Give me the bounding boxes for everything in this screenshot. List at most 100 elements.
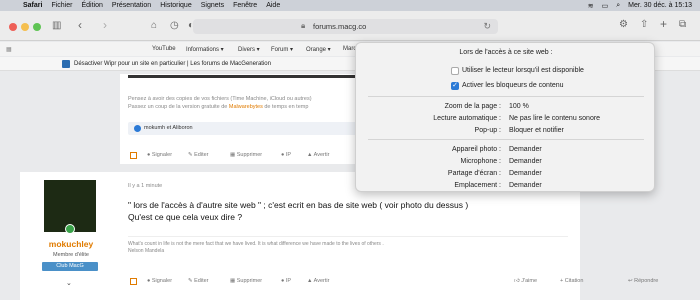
post1-delete-label: Supprimer [236,152,263,158]
post2-edit-button[interactable]: ✎ Editer [188,278,209,284]
tabs-overview-icon[interactable]: ⧉ [679,20,686,30]
reply-button[interactable]: ↩ Répondre [628,278,658,284]
post2-report-button[interactable]: ● Signaler [147,278,172,284]
location-value[interactable]: Demander [509,182,542,189]
post2-text-line1: " lors de l'accès à d'autre site web " ;… [128,200,469,210]
signature-line2: Nelson Mandela [128,248,165,254]
quote-button[interactable]: + Citation [560,278,583,284]
microphone-label: Microphone : [460,158,501,165]
fav-youtube[interactable]: YouTube [152,46,176,52]
like-icon [134,125,141,132]
back-icon[interactable]: ‹ [78,19,82,31]
chevron-down-icon[interactable]: ⌄ [66,279,72,287]
post1-line2: Passez un coup de la version gratuite de… [128,104,308,110]
popup-value[interactable]: Bloquer et notifier [509,127,564,134]
favorites-grid-icon[interactable]: ▦ [6,46,12,53]
home-icon[interactable]: ⌂ [151,21,157,31]
clock[interactable]: Mer. 30 déc. à 15:13 [628,2,692,9]
browser-toolbar: ▥ ‹ › ⌂ ◷ ◐ 🔒︎ forums.macg.co ↻ ⚙ ⇧ + ⧉ [0,11,700,41]
address-bar[interactable]: 🔒︎ forums.macg.co ↻ [193,19,498,34]
post2-warn-label: Avertir [313,278,330,284]
battery-icon[interactable]: ▭ [602,2,609,10]
fav-orange[interactable]: Orange ▾ [306,46,331,53]
signature-line1: What's count in life is not the mere fac… [128,241,384,247]
menu-fenetre[interactable]: Fenêtre [233,2,257,9]
club-badge: Club MacG [42,262,98,271]
fav-divers[interactable]: Divers ▾ [238,46,260,53]
menu-aide[interactable]: Aide [266,2,280,9]
post1-warn-button[interactable]: ▲ Avertir [307,152,329,158]
post1-edit-button[interactable]: ✎ Editer [188,152,209,158]
post-image-edge [128,75,356,78]
post2-select-checkbox[interactable] [130,278,137,285]
avatar[interactable] [44,180,96,234]
post2-author[interactable]: mokuchley [46,239,96,249]
post1-line1: Pensez à avoir des copies de vos fichier… [128,96,312,102]
sidebar-icon[interactable]: ▥ [52,21,61,31]
menu-historique[interactable]: Historique [160,2,192,9]
location-label: Emplacement : [454,182,501,189]
post1-warn-label: Avertir [313,152,330,158]
zoom-value[interactable]: 100 % [509,103,529,110]
like-button[interactable]: 👍︎ J'aime [514,278,537,284]
screen-sharing-value[interactable]: Demander [509,170,542,177]
post2-ip-label: IP [285,278,292,284]
menu-signets[interactable]: Signets [201,2,224,9]
post1-ip-button[interactable]: ● IP [281,152,291,158]
popover-divider-1 [368,96,644,97]
post2-warn-button[interactable]: ▲ Avertir [307,278,329,284]
minimize-window-button[interactable] [21,23,29,31]
camera-label: Appareil photo : [451,146,501,153]
content-blockers-checkbox[interactable]: ✓ [451,82,459,90]
reply-label: Répondre [634,278,659,284]
post1-report-label: Signaler [151,152,173,158]
menu-app-safari[interactable]: Safari [23,2,42,9]
url-text: forums.macg.co [313,22,367,31]
menu-fichier[interactable]: Fichier [51,2,72,9]
new-tab-icon[interactable]: + [660,18,667,30]
history-icon[interactable]: ◷ [170,21,179,31]
autoplay-value[interactable]: Ne pas lire le contenu sonore [509,115,600,122]
post2-text-line2: Qu'est ce que cela veux dire ? [128,212,243,222]
fav-informations[interactable]: Informations ▾ [186,46,224,53]
content-blockers-label[interactable]: Activer les bloqueurs de contenu [462,82,564,89]
share-icon[interactable]: ⇧ [640,20,648,30]
reader-checkbox[interactable] [451,67,459,75]
microphone-value[interactable]: Demander [509,158,542,165]
popup-label: Pop-up : [474,127,501,134]
camera-value[interactable]: Demander [509,146,542,153]
reload-icon[interactable]: ↻ [483,21,491,32]
fav-forum[interactable]: Forum ▾ [271,46,293,53]
post1-line2b: de temps en temp [262,104,309,110]
online-status-icon [65,224,75,234]
post2-edit-label: Editer [194,278,209,284]
reactions-bar[interactable]: mokumh et Aliboron [128,122,358,135]
post1-line2a: Passez un coup de la version gratuite de [128,104,229,110]
popover-heading: Lors de l'accès à ce site web : [459,49,553,56]
post1-ip-label: IP [285,152,292,158]
lock-icon: 🔒︎ [301,21,306,30]
search-icon[interactable]: ⌕ [616,2,620,10]
post2-role: Membre d'élite [53,252,89,258]
post1-delete-button[interactable]: ▦ Supprimer [230,152,262,158]
popover-divider-2 [368,139,644,140]
wifi-icon[interactable]: ≋ [588,2,594,10]
post2-ip-button[interactable]: ● IP [281,278,291,284]
post1-select-checkbox[interactable] [130,152,137,159]
post1-report-button[interactable]: ● Signaler [147,152,172,158]
menu-edition[interactable]: Édition [81,2,102,9]
menu-presentation[interactable]: Présentation [112,2,151,9]
malwarebytes-link[interactable]: Malwarebytes [229,104,263,110]
zoom-label: Zoom de la page : [444,103,501,110]
banner-text[interactable]: Désactiver Wipr pour un site en particul… [74,61,271,67]
autoplay-label: Lecture automatique : [433,115,501,122]
post2-delete-button[interactable]: ▦ Supprimer [230,278,262,284]
forward-icon[interactable]: › [103,19,107,31]
like-label: J'aime [521,278,538,284]
post2-time[interactable]: Il y a 1 minute [128,183,162,189]
reader-option-label[interactable]: Utiliser le lecteur lorsqu'il est dispon… [462,67,584,74]
zoom-window-button[interactable] [33,23,41,31]
gear-icon[interactable]: ⚙ [619,20,628,30]
close-window-button[interactable] [9,23,17,31]
post2-delete-label: Supprimer [236,278,263,284]
